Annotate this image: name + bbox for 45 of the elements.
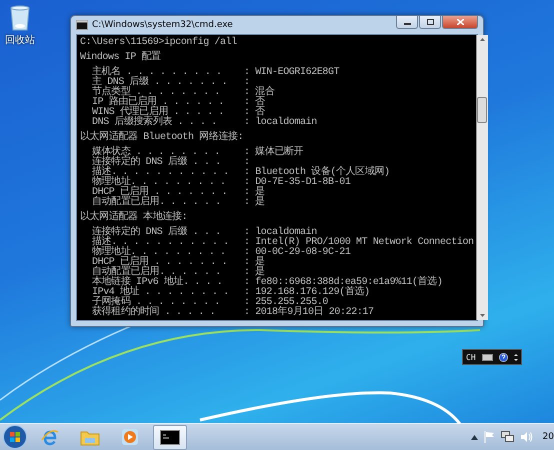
clock[interactable]: 20 <box>542 432 554 442</box>
keyboard-icon[interactable] <box>482 354 493 360</box>
start-button[interactable] <box>3 425 27 449</box>
property-value: : 是 <box>244 198 265 208</box>
help-icon[interactable] <box>498 352 508 362</box>
command-line: C:\Users\11569>ipconfig /all <box>80 38 238 48</box>
console-icon <box>76 20 88 30</box>
section-heading: 以太网适配器 本地连接: <box>80 213 188 223</box>
property-value: : Intel(R) PRO/1000 MT Network Connection <box>244 238 474 248</box>
property-value: : localdomain <box>244 228 317 238</box>
close-button[interactable] <box>442 16 478 29</box>
property-label: DNS 后缀搜索列表 . . . . <box>92 118 218 128</box>
desktop-icon-label[interactable]: 回收站 <box>5 33 35 47</box>
scroll-thumb[interactable] <box>477 97 488 123</box>
recycle-bin-icon[interactable] <box>9 5 31 31</box>
media-player-icon <box>121 428 139 446</box>
property-value: : WIN-EOGRI62E8GT <box>244 68 340 78</box>
property-value: : 否 <box>244 108 265 118</box>
taskbar-button[interactable] <box>153 424 187 450</box>
maximize-icon <box>426 19 434 25</box>
minimize-button[interactable] <box>396 16 418 29</box>
folder-icon <box>80 428 100 446</box>
property-label: 自动配置已启用. . . . . . <box>92 198 222 208</box>
scrollbar[interactable] <box>476 35 488 320</box>
maximize-button[interactable] <box>419 16 441 29</box>
property-value: : <box>244 78 250 88</box>
section-heading: Windows IP 配置 <box>80 53 162 63</box>
network-icon[interactable] <box>500 431 514 443</box>
language-indicator[interactable]: CH <box>466 352 476 362</box>
section-heading: 以太网适配器 Bluetooth 网络连接: <box>80 133 244 143</box>
window-title: C:\Windows\system32\cmd.exe <box>92 20 233 30</box>
close-icon <box>456 19 464 25</box>
browser-icon <box>41 428 59 446</box>
property-value: : 是 <box>244 268 265 278</box>
console-icon <box>160 430 180 444</box>
property-value: : <box>244 158 250 168</box>
options-icon[interactable] <box>514 352 518 362</box>
property-value: : fe80::6968:388d:ea59:e1a9%11(首选) <box>244 278 442 288</box>
show-hidden-icons-icon[interactable] <box>470 434 478 440</box>
property-value: : localdomain <box>244 118 317 128</box>
property-value: : 媒体已断开 <box>244 148 304 158</box>
property-value: : Bluetooth 设备(个人区域网) <box>244 168 390 178</box>
property-value: : 2018年9月10日 20:22:17 <box>244 308 374 318</box>
property-value: : 192.168.176.129(首选) <box>244 288 370 298</box>
property-label: 获得租约的时间 . . . . . <box>92 308 216 318</box>
